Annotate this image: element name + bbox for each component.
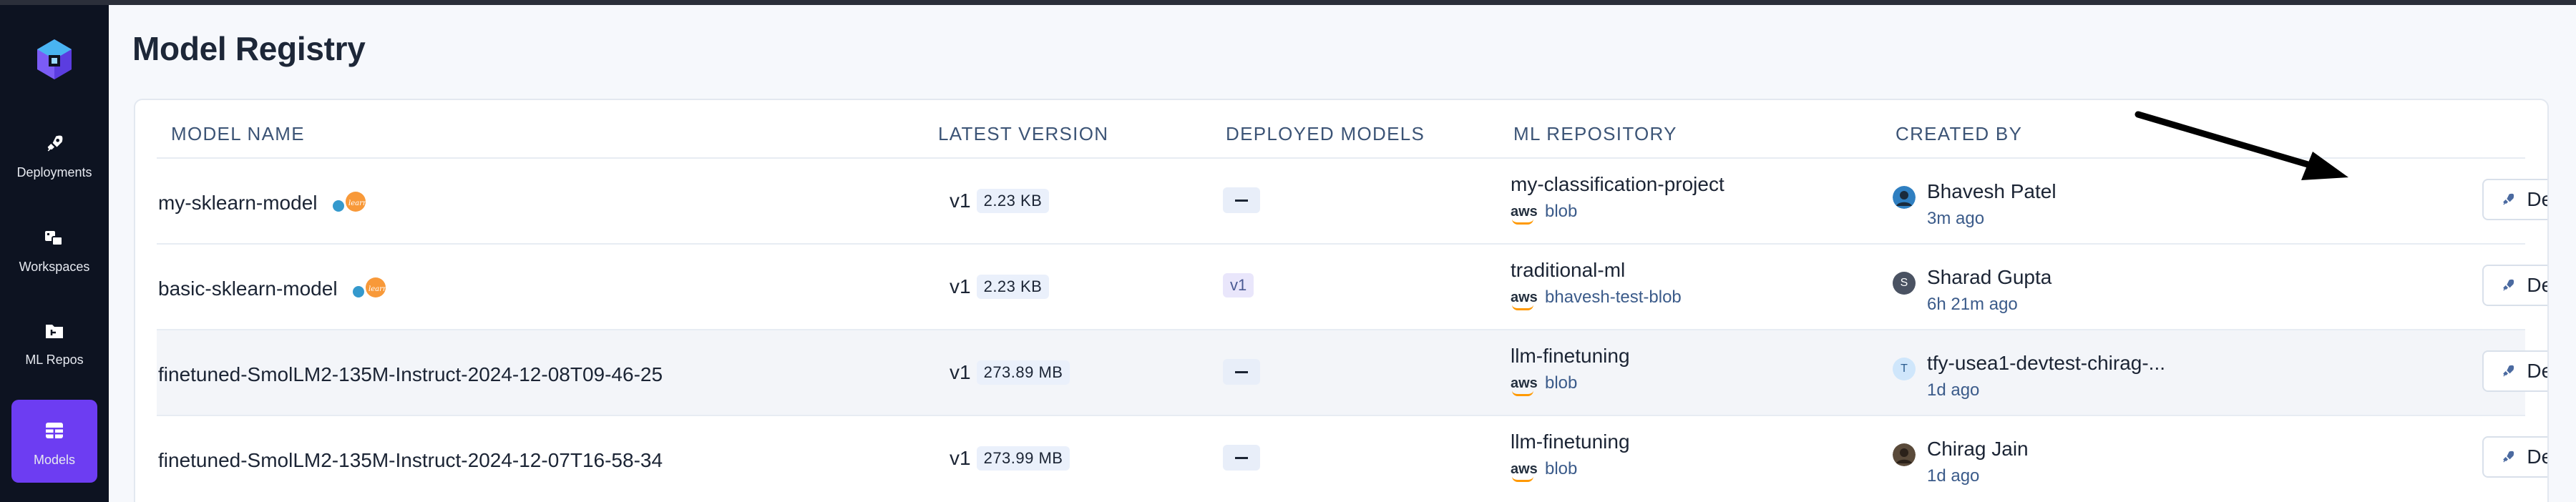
sidebar-item-models[interactable]: Models [11,400,97,483]
column-header-created-by[interactable]: CREATED BY [1896,123,2022,145]
creator-name: tfy-usea1-devtest-chirag-... [1927,352,2166,374]
ml-repository: llm-finetuning aws blob [1511,345,1630,396]
version-label: v1 [950,190,971,212]
repo-name-link[interactable]: my-classification-project [1511,173,1724,196]
empty-dash-badge [1223,445,1260,471]
sklearn-framework-icon: learn [353,277,387,297]
repo-name-link[interactable]: llm-finetuning [1511,345,1630,368]
sidebar-item-label: ML Repos [25,353,84,367]
latest-version: v1 2.23 KB [950,275,1050,299]
created-time: 1d ago [1927,380,1980,400]
table-header: MODEL NAME LATEST VERSION DEPLOYED MODEL… [135,100,2547,157]
aws-icon: aws [1511,376,1538,396]
repo-name-link[interactable]: llm-finetuning [1511,430,1630,453]
rocket-icon [11,134,97,155]
deploy-button[interactable]: Deploy [2482,436,2547,478]
avatar: T [1893,358,1916,380]
aws-icon: aws [1511,462,1538,482]
version-label: v1 [950,447,971,469]
sidebar-item-label: Deployments [16,165,92,179]
created-time: 1d ago [1927,466,1980,486]
model-name-link[interactable]: basic-sklearn-model [158,277,338,300]
deploy-label: Deploy [2527,274,2547,296]
creator-name: Sharad Gupta [1927,266,2052,288]
avatar [1893,443,1916,466]
created-time: 6h 21m ago [1927,295,2018,314]
aws-icon: aws [1511,290,1538,310]
models-table: MODEL NAME LATEST VERSION DEPLOYED MODEL… [134,99,2549,502]
avatar [1893,186,1916,209]
sklearn-framework-icon: learn [333,192,367,212]
ml-repository: my-classification-project aws blob [1511,173,1724,225]
model-name-link[interactable]: my-sklearn-model [158,192,318,215]
svg-text:learn: learn [348,200,367,207]
column-header-model-name[interactable]: MODEL NAME [171,123,305,145]
column-header-latest-version[interactable]: LATEST VERSION [938,123,1108,145]
deploy-label: Deploy [2527,446,2547,468]
deploy-label: Deploy [2527,360,2547,382]
svg-text:learn: learn [369,285,387,293]
rocket-icon [2503,451,2514,463]
deploy-button[interactable]: Deploy [2482,350,2547,392]
bucket-name: blob [1545,459,1578,478]
table-row[interactable]: my-sklearn-model learn v1 2.23 KB my-cla… [157,157,2547,243]
models-table-icon [11,421,97,443]
ml-repository: traditional-ml aws bhavesh-test-blob [1511,259,1682,310]
repo-name-link[interactable]: traditional-ml [1511,259,1682,282]
bucket-name: bhavesh-test-blob [1545,287,1682,307]
rocket-icon [2503,193,2514,205]
latest-version: v1 273.99 MB [950,446,1070,471]
avatar: S [1893,272,1916,295]
creator-name: Chirag Jain [1927,438,2029,460]
ml-repository: llm-finetuning aws blob [1511,430,1630,482]
version-label: v1 [950,275,971,297]
sidebar-item-label: Models [33,453,76,467]
aws-icon: aws [1511,205,1538,225]
model-name-link[interactable]: finetuned-SmolLM2-135M-Instruct-2024-12-… [158,363,663,386]
creator-name: Bhavesh Patel [1927,180,2057,202]
deploy-button[interactable]: Deploy [2482,265,2547,306]
table-row[interactable]: basic-sklearn-model learn v1 2.23 KB v1 … [157,243,2547,329]
latest-version: v1 273.89 MB [950,360,1070,385]
deployed-models [1223,187,1260,217]
rocket-icon [2503,279,2514,291]
deploy-label: Deploy [2527,188,2547,210]
size-badge: 273.99 MB [976,446,1070,471]
column-header-deployed-models[interactable]: DEPLOYED MODELS [1226,123,1425,145]
empty-dash-badge [1223,187,1260,213]
size-badge: 2.23 KB [976,275,1050,299]
bucket-name: blob [1545,202,1578,221]
deployed-version-badge[interactable]: v1 [1223,273,1254,297]
ml-repo-icon [11,321,97,343]
table-row[interactable]: finetuned-SmolLM2-135M-Instruct-2024-12-… [157,415,2547,501]
main-content: Model Registry MODEL NAME LATEST VERSION… [109,5,2576,502]
size-badge: 2.23 KB [976,189,1050,213]
empty-dash-badge [1223,359,1260,385]
sidebar-item-deployments[interactable]: Deployments [11,112,97,195]
table-row[interactable]: finetuned-SmolLM2-135M-Instruct-2024-12-… [157,329,2547,415]
model-name-link[interactable]: finetuned-SmolLM2-135M-Instruct-2024-12-… [158,449,663,472]
version-label: v1 [950,361,971,383]
column-header-ml-repository[interactable]: ML REPOSITORY [1513,123,1677,145]
sidebar: Deployments Workspaces ML Repos Models [0,5,109,502]
page-title: Model Registry [132,30,366,67]
sidebar-item-workspaces[interactable]: Workspaces [11,207,97,290]
window-top-bar [0,0,2576,5]
deployed-models [1223,445,1260,474]
workspaces-icon [11,228,97,250]
app-logo-icon[interactable] [34,38,74,81]
rocket-icon [2503,365,2514,377]
deployed-models [1223,359,1260,388]
deploy-button[interactable]: Deploy [2482,179,2547,220]
bucket-name: blob [1545,373,1578,393]
created-time: 3m ago [1927,209,1985,228]
deployed-models: v1 [1223,273,1254,297]
size-badge: 273.89 MB [976,360,1070,385]
sidebar-item-label: Workspaces [19,260,90,274]
sidebar-item-ml-repos[interactable]: ML Repos [11,300,97,383]
latest-version: v1 2.23 KB [950,189,1050,213]
